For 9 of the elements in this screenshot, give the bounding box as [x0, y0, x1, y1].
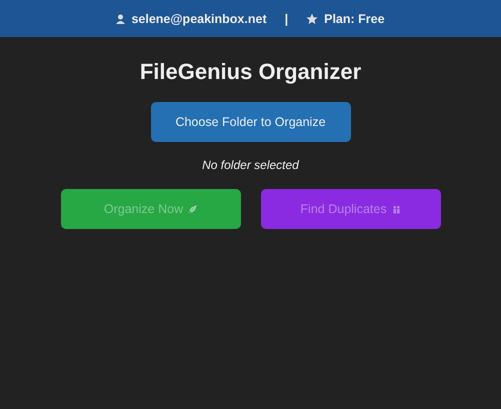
app-title: FileGenius Organizer [140, 59, 362, 85]
separator: | [284, 12, 288, 26]
folder-status: No folder selected [202, 158, 299, 172]
plan-label: Plan: Free [324, 12, 385, 26]
choose-folder-button[interactable]: Choose Folder to Organize [150, 102, 350, 142]
user-email: selene@peakinbox.net [131, 12, 267, 26]
star-icon [306, 12, 318, 24]
user-icon [116, 14, 126, 24]
people-icon [392, 204, 401, 214]
